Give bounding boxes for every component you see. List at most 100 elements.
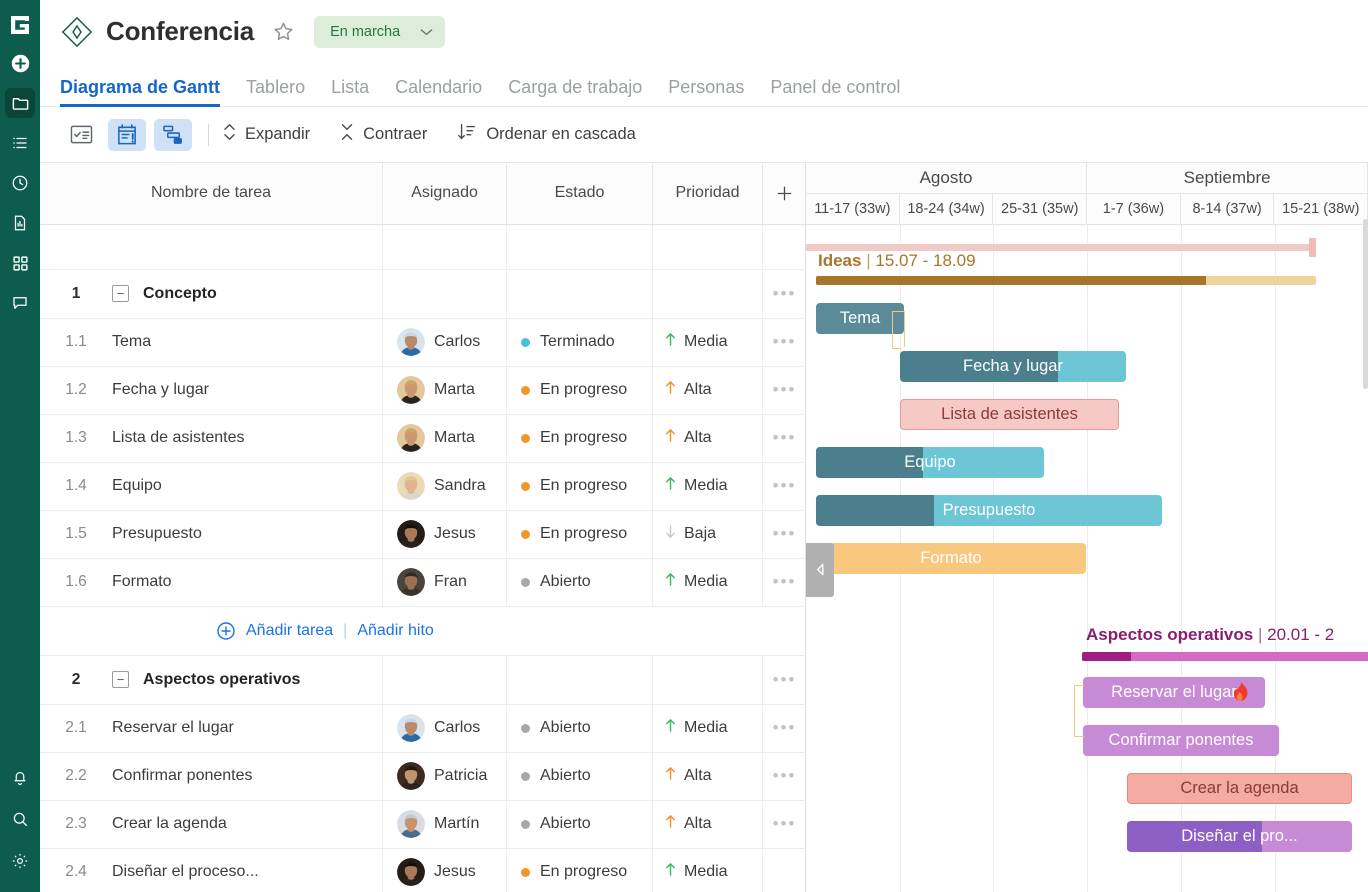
table-row[interactable]: 2.3 Crear la agenda Martín Abierto bbox=[40, 801, 805, 849]
gantt-bar-1[interactable]: Fecha y lugar bbox=[900, 351, 1126, 382]
tasks-list-button[interactable] bbox=[5, 128, 35, 158]
cell-status[interactable]: Abierto bbox=[507, 753, 653, 800]
cell-status[interactable]: Abierto bbox=[507, 801, 653, 848]
table-row-group[interactable]: 1 − Concepto ••• bbox=[40, 270, 805, 319]
gantt-bar-0[interactable]: Tema bbox=[816, 303, 904, 334]
column-header-priority[interactable]: Prioridad bbox=[653, 163, 763, 224]
expand-button[interactable]: Expandir bbox=[223, 122, 310, 147]
column-header-status[interactable]: Estado bbox=[507, 163, 653, 224]
row-more-button[interactable]: ••• bbox=[763, 463, 806, 510]
table-row[interactable]: 2.4 Diseñar el proceso... Jesus En progr… bbox=[40, 849, 805, 892]
cell-priority[interactable]: Alta bbox=[653, 415, 763, 462]
add-task-link[interactable]: Añadir tarea bbox=[246, 622, 333, 640]
row-more-button[interactable]: ••• bbox=[763, 415, 806, 462]
table-row[interactable]: 1.5 Presupuesto Jesus En progreso bbox=[40, 511, 805, 559]
add-column-button[interactable] bbox=[763, 163, 806, 224]
cell-status[interactable]: En progreso bbox=[507, 463, 653, 510]
row-task-name[interactable]: Tema bbox=[112, 333, 151, 351]
cell-priority[interactable]: Media bbox=[653, 705, 763, 752]
cell-assignee[interactable]: Martín bbox=[383, 801, 507, 848]
table-row[interactable]: 1.6 Formato Fran Abierto bbox=[40, 559, 805, 607]
table-row[interactable]: 1.1 Tema Carlos Terminado bbox=[40, 319, 805, 367]
table-row[interactable]: 1.2 Fecha y lugar Marta En progreso bbox=[40, 367, 805, 415]
gantt-bar-4[interactable]: Presupuesto bbox=[816, 495, 1162, 526]
cell-priority[interactable]: Media bbox=[653, 463, 763, 510]
gantt-bar-7[interactable]: Confirmar ponentes bbox=[1083, 725, 1279, 756]
cell-assignee[interactable]: Carlos bbox=[383, 705, 507, 752]
table-row[interactable]: 1.3 Lista de asistentes Marta En progres… bbox=[40, 415, 805, 463]
row-task-name[interactable]: Presupuesto bbox=[112, 525, 202, 543]
gantt-bar-8[interactable]: Crear la agenda bbox=[1127, 773, 1352, 804]
collapse-button[interactable]: Contraer bbox=[340, 122, 427, 147]
gantt-bar-9[interactable]: Diseñar el pro... bbox=[1127, 821, 1352, 852]
portfolio-button[interactable] bbox=[5, 248, 35, 278]
cell-priority[interactable]: Media bbox=[653, 319, 763, 366]
table-row-group[interactable]: 2 − Aspectos operativos ••• bbox=[40, 656, 805, 705]
summary-bar-ideas[interactable] bbox=[816, 276, 1316, 285]
tab-panel-de-control[interactable]: Panel de control bbox=[770, 77, 900, 106]
row-more-button[interactable] bbox=[763, 849, 806, 892]
tab-tablero[interactable]: Tablero bbox=[246, 77, 305, 106]
create-new-button[interactable] bbox=[5, 48, 35, 78]
comments-button[interactable] bbox=[5, 288, 35, 318]
table-row[interactable]: 2.1 Reservar el lugar Carlos Abierto bbox=[40, 705, 805, 753]
sort-cascade-button[interactable]: Ordenar en cascada bbox=[457, 122, 636, 147]
cell-priority[interactable] bbox=[653, 656, 763, 704]
row-task-name[interactable]: Crear la agenda bbox=[112, 815, 227, 833]
row-task-name[interactable]: Equipo bbox=[112, 477, 162, 495]
cell-status[interactable] bbox=[507, 656, 653, 704]
cell-status[interactable] bbox=[507, 270, 653, 318]
row-task-name[interactable]: Confirmar ponentes bbox=[112, 767, 253, 785]
cell-priority[interactable] bbox=[653, 270, 763, 318]
cell-assignee[interactable]: Fran bbox=[383, 559, 507, 606]
time-log-button[interactable] bbox=[5, 168, 35, 198]
cell-assignee[interactable]: Patricia bbox=[383, 753, 507, 800]
tab-carga-de-trabajo[interactable]: Carga de trabajo bbox=[508, 77, 642, 106]
cell-status[interactable]: Abierto bbox=[507, 559, 653, 606]
cell-priority[interactable]: Alta bbox=[653, 801, 763, 848]
cell-status[interactable]: En progreso bbox=[507, 511, 653, 558]
gantt-layout-icon[interactable] bbox=[154, 119, 192, 151]
cell-priority[interactable]: Baja bbox=[653, 511, 763, 558]
cell-status[interactable]: Abierto bbox=[507, 705, 653, 752]
star-icon[interactable] bbox=[270, 19, 296, 45]
row-more-button[interactable]: ••• bbox=[763, 753, 806, 800]
group-collapse-toggle[interactable]: − bbox=[112, 671, 129, 688]
cell-status[interactable]: En progreso bbox=[507, 415, 653, 462]
summary-bar-aspectos[interactable] bbox=[1082, 652, 1368, 661]
ganttpro-logo[interactable] bbox=[7, 12, 33, 38]
row-task-name[interactable]: Lista de asistentes bbox=[112, 429, 245, 447]
row-more-button[interactable]: ••• bbox=[763, 367, 806, 414]
table-row[interactable]: 2.2 Confirmar ponentes Patricia Abierto bbox=[40, 753, 805, 801]
row-task-name[interactable]: Formato bbox=[112, 573, 172, 591]
projects-button[interactable] bbox=[5, 88, 35, 118]
row-more-button[interactable]: ••• bbox=[763, 801, 806, 848]
tab-calendario[interactable]: Calendario bbox=[395, 77, 482, 106]
cell-priority[interactable]: Media bbox=[653, 849, 763, 892]
row-more-button[interactable]: ••• bbox=[763, 511, 806, 558]
status-badge[interactable]: En marcha bbox=[314, 16, 445, 48]
gantt-bar-5[interactable]: Formato bbox=[816, 543, 1086, 574]
cell-status[interactable]: En progreso bbox=[507, 849, 653, 892]
vertical-scrollbar[interactable] bbox=[1363, 219, 1368, 389]
cell-priority[interactable]: Media bbox=[653, 559, 763, 606]
row-more-button[interactable]: ••• bbox=[763, 559, 806, 606]
tab-lista[interactable]: Lista bbox=[331, 77, 369, 106]
tab-personas[interactable]: Personas bbox=[668, 77, 744, 106]
cell-assignee[interactable]: Marta bbox=[383, 415, 507, 462]
gantt-body[interactable]: Ideas | 15.07 - 18.09 Tema Fecha y lugar… bbox=[806, 225, 1368, 892]
row-task-name[interactable]: Diseñar el proceso... bbox=[112, 863, 259, 881]
row-more-button[interactable]: ••• bbox=[763, 656, 806, 704]
reports-button[interactable] bbox=[5, 208, 35, 238]
task-list-view-icon[interactable] bbox=[62, 119, 100, 151]
gantt-bar-3[interactable]: Equipo bbox=[816, 447, 1044, 478]
tab-diagrama-de-gantt[interactable]: Diagrama de Gantt bbox=[60, 77, 220, 106]
cell-assignee[interactable]: Marta bbox=[383, 367, 507, 414]
cell-assignee[interactable]: Jesus bbox=[383, 849, 507, 892]
gantt-bar-2[interactable]: Lista de asistentes bbox=[900, 399, 1119, 430]
settings-button[interactable] bbox=[5, 846, 35, 876]
row-more-button[interactable]: ••• bbox=[763, 319, 806, 366]
cell-assignee[interactable]: Carlos bbox=[383, 319, 507, 366]
row-task-name[interactable]: Reservar el lugar bbox=[112, 719, 234, 737]
cell-assignee[interactable]: Jesus bbox=[383, 511, 507, 558]
